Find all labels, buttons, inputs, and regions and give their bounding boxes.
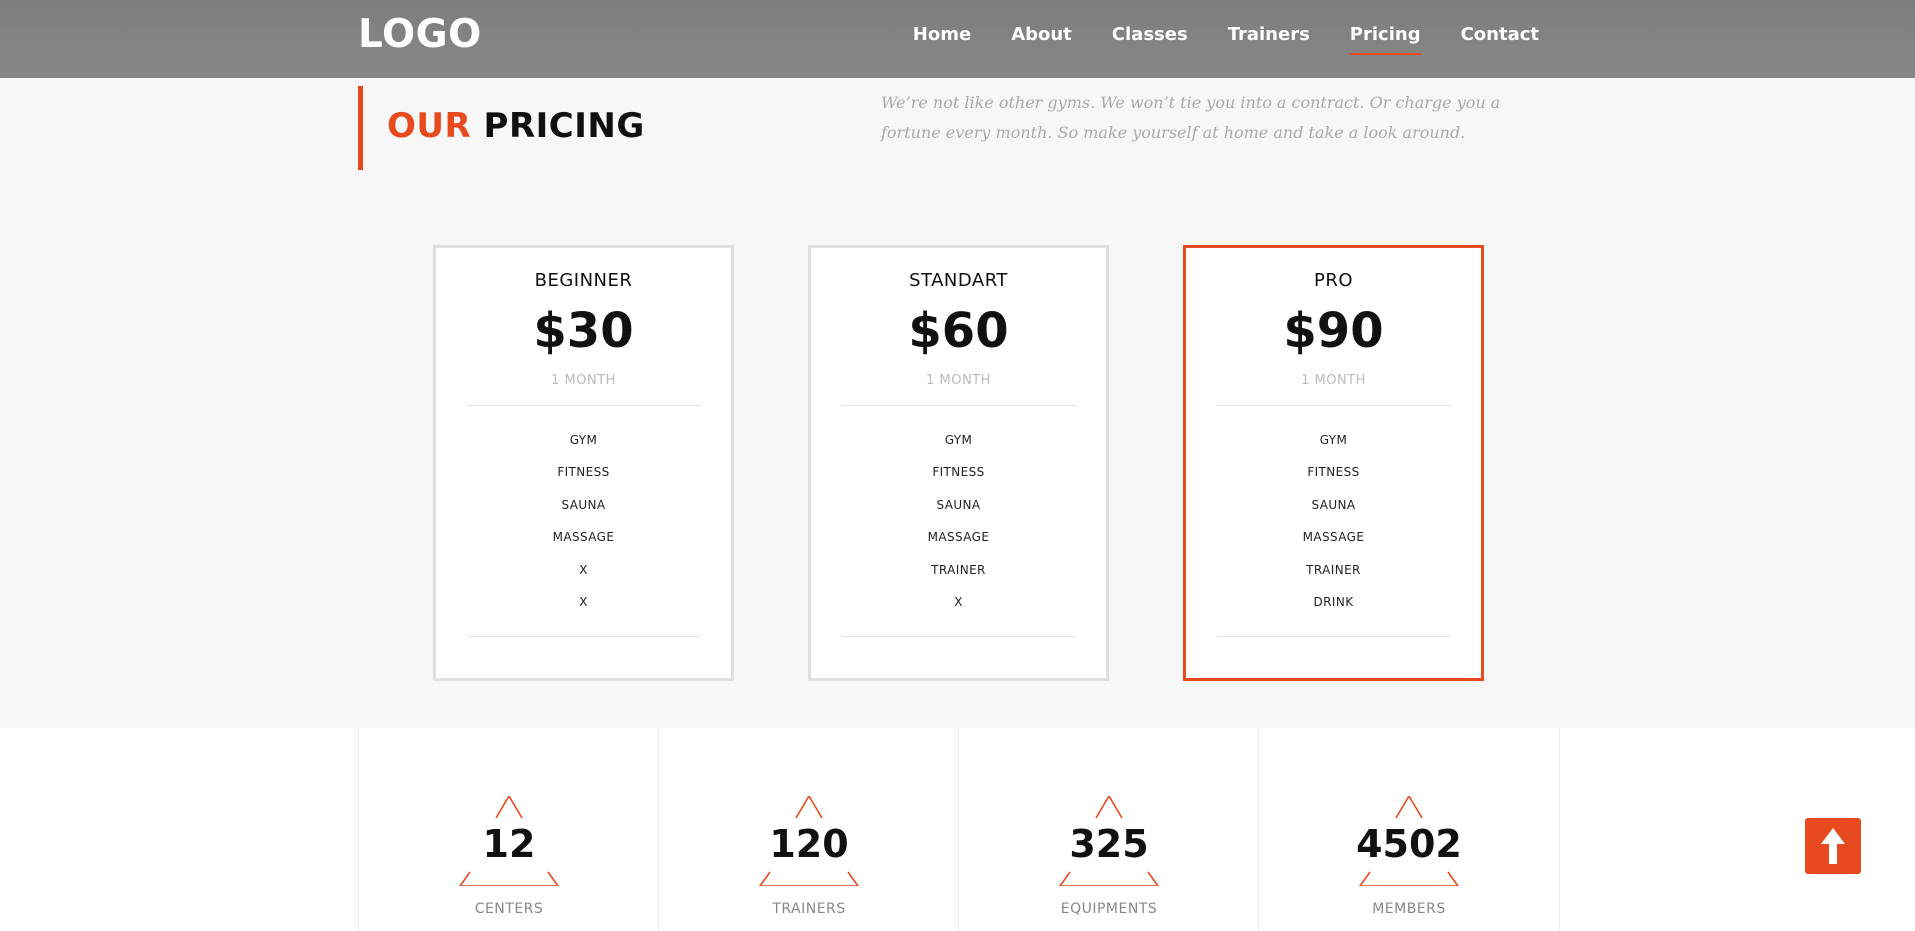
feature-item: SAUNA <box>561 497 606 512</box>
feature-item: X <box>579 595 588 610</box>
feature-item: DRINK <box>1313 595 1354 610</box>
nav-about[interactable]: About <box>1011 24 1072 53</box>
feature-item: TRAINER <box>1306 562 1361 577</box>
stat-members: 4502 MEMBERS <box>1258 728 1560 931</box>
logo[interactable]: LOGO <box>358 12 482 57</box>
plan-price: $90 <box>1283 303 1384 359</box>
nav-classes[interactable]: Classes <box>1112 24 1188 53</box>
arrow-up-icon <box>1821 828 1845 864</box>
nav-home[interactable]: Home <box>913 24 971 53</box>
divider <box>1216 405 1451 406</box>
main-nav: Home About Classes Trainers Pricing Cont… <box>913 24 1539 55</box>
title-accent-word: OUR <box>387 106 472 146</box>
feature-item: FITNESS <box>557 465 610 480</box>
plan-price: $30 <box>533 303 634 359</box>
stat-number: 12 <box>482 822 536 866</box>
stats-section: 12 CENTERS 120 TRAINERS 325 EQUIPMENTS 4… <box>0 728 1915 931</box>
feature-item: MASSAGE <box>1302 530 1365 545</box>
feature-item: GYM <box>944 433 973 447</box>
feature-item: FITNESS <box>1307 465 1360 480</box>
stat-number: 325 <box>1069 822 1149 866</box>
feature-item: X <box>579 562 588 577</box>
nav-pricing[interactable]: Pricing <box>1349 24 1421 55</box>
feature-item: X <box>954 595 963 610</box>
stat-label: MEMBERS <box>1372 901 1446 917</box>
scroll-to-top-button[interactable] <box>1805 818 1861 874</box>
plan-name: STANDART <box>909 270 1008 291</box>
pricing-card-beginner[interactable]: BEGINNER $30 1 MONTH GYM FITNESS SAUNA M… <box>433 245 734 681</box>
divider <box>466 405 701 406</box>
title-accent-bar <box>358 86 363 170</box>
stat-equipments: 325 EQUIPMENTS <box>958 728 1259 931</box>
nav-trainers[interactable]: Trainers <box>1228 24 1310 53</box>
stat-number: 4502 <box>1356 822 1462 866</box>
pricing-card-standart[interactable]: STANDART $60 1 MONTH GYM FITNESS SAUNA M… <box>808 245 1109 681</box>
feature-item: FITNESS <box>932 465 985 480</box>
plan-period: 1 MONTH <box>1301 373 1366 388</box>
feature-item: MASSAGE <box>552 530 615 545</box>
divider <box>841 636 1076 638</box>
plan-price: $60 <box>908 303 1009 359</box>
feature-list: GYM FITNESS SAUNA MASSAGE X X <box>436 424 731 618</box>
feature-list: GYM FITNESS SAUNA MASSAGE TRAINER X <box>811 424 1106 618</box>
nav-contact[interactable]: Contact <box>1461 24 1539 53</box>
title-main-word: PRICING <box>483 106 645 146</box>
plan-period: 1 MONTH <box>926 373 991 388</box>
divider <box>466 636 701 638</box>
page-title: OUR PRICING <box>387 106 645 146</box>
plan-name: BEGINNER <box>534 270 633 291</box>
plan-name: PRO <box>1313 270 1354 291</box>
plan-period: 1 MONTH <box>551 373 616 388</box>
stat-label: CENTERS <box>474 901 544 917</box>
top-navigation-bar: LOGO Home About Classes Trainers Pricing… <box>0 0 1915 78</box>
stat-trainers: 120 TRAINERS <box>658 728 959 931</box>
divider <box>841 405 1076 406</box>
feature-item: TRAINER <box>931 562 986 577</box>
pricing-card-pro[interactable]: PRO $90 1 MONTH GYM FITNESS SAUNA MASSAG… <box>1183 245 1484 681</box>
stat-centers: 12 CENTERS <box>358 728 659 931</box>
stat-label: TRAINERS <box>772 901 846 917</box>
feature-item: SAUNA <box>1311 497 1356 512</box>
feature-item: GYM <box>569 433 598 447</box>
feature-item: SAUNA <box>936 497 981 512</box>
feature-item: GYM <box>1319 433 1348 447</box>
feature-list: GYM FITNESS SAUNA MASSAGE TRAINER DRINK <box>1186 424 1481 618</box>
stat-label: EQUIPMENTS <box>1060 901 1158 917</box>
feature-item: MASSAGE <box>927 530 990 545</box>
section-intro: We’re not like other gyms. We won’t tie … <box>881 93 1501 142</box>
stat-number: 120 <box>769 822 849 866</box>
divider <box>1216 636 1451 638</box>
